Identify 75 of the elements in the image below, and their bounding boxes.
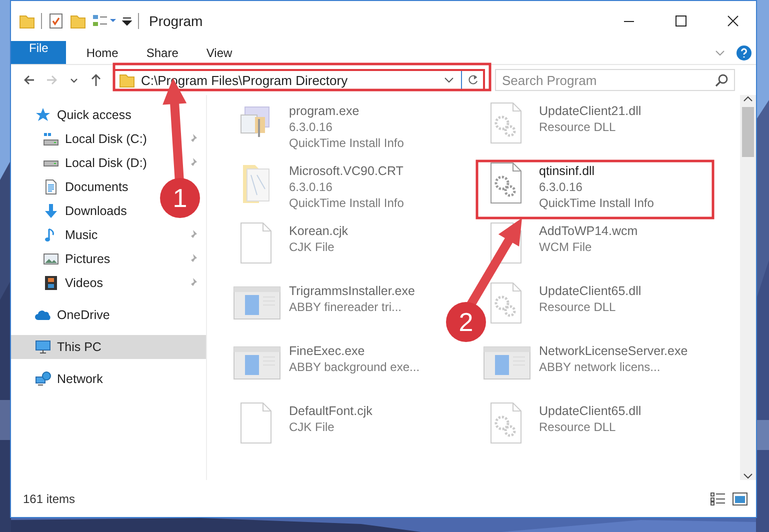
file-detail: QuickTime Install Info bbox=[539, 195, 654, 211]
sidebar-item[interactable]: Network bbox=[57, 372, 103, 386]
network-icon bbox=[35, 371, 51, 387]
search-field[interactable]: Search Program bbox=[495, 69, 735, 91]
step-number: 2 bbox=[446, 302, 486, 342]
monitor-icon bbox=[35, 339, 51, 355]
file-name[interactable]: UpdateClient65.dll bbox=[539, 403, 642, 419]
window-title: Program bbox=[149, 13, 204, 29]
item-count: 161 items bbox=[23, 492, 76, 506]
download-arrow-icon bbox=[43, 203, 59, 219]
file-detail: Resource DLL bbox=[539, 299, 617, 315]
properties-icon[interactable] bbox=[48, 13, 64, 29]
large-icons-view-icon[interactable] bbox=[732, 492, 748, 506]
star-icon bbox=[35, 107, 51, 123]
file-name[interactable]: AddToWP14.wcm bbox=[539, 223, 638, 239]
sidebar-item[interactable]: OneDrive bbox=[57, 308, 110, 322]
scroll-up-icon[interactable] bbox=[743, 95, 753, 103]
scroll-down-icon[interactable] bbox=[743, 472, 753, 480]
ribbon-tab[interactable]: Share bbox=[132, 41, 192, 64]
file-detail: ABBY network licens... bbox=[539, 359, 662, 375]
sidebar-item[interactable]: Music bbox=[65, 228, 98, 242]
ribbon-tab[interactable]: Home bbox=[72, 41, 132, 64]
file-detail: 6.3.0.16 bbox=[539, 179, 584, 195]
file-name[interactable]: TrigrammsInstaller.exe bbox=[289, 283, 415, 299]
file-detail: 6.3.0.16 bbox=[289, 119, 334, 135]
sidebar-item[interactable]: Videos bbox=[65, 276, 103, 290]
sidebar-item[interactable]: Documents bbox=[65, 180, 128, 194]
file-detail: Resource DLL bbox=[539, 419, 617, 435]
file-detail: QuickTime Install Info bbox=[289, 195, 404, 211]
file-detail: QuickTime Install Info bbox=[289, 135, 404, 151]
picture-icon bbox=[43, 251, 59, 267]
refresh-icon[interactable] bbox=[466, 74, 478, 86]
close-icon[interactable] bbox=[727, 15, 739, 27]
details-view-icon[interactable] bbox=[710, 492, 726, 506]
sidebar-item[interactable]: This PC bbox=[11, 335, 206, 359]
scroll-thumb[interactable] bbox=[742, 107, 754, 157]
file-menu-button[interactable]: File bbox=[11, 41, 66, 64]
file-name[interactable]: FineExec.exe bbox=[289, 343, 420, 359]
document-icon bbox=[43, 179, 59, 195]
file-detail: ABBY background exe... bbox=[289, 359, 420, 375]
file-detail: CJK File bbox=[289, 419, 336, 435]
minimize-icon[interactable] bbox=[623, 20, 635, 22]
layout-icon[interactable] bbox=[92, 13, 116, 29]
drive-icon bbox=[43, 160, 59, 166]
file-detail: ABBY finereader tri... bbox=[289, 299, 402, 315]
film-icon bbox=[43, 275, 59, 291]
step-number: 1 bbox=[160, 178, 200, 218]
folder-icon[interactable] bbox=[70, 13, 86, 29]
scrollbar[interactable] bbox=[740, 95, 756, 480]
sidebar-item[interactable]: Quick access bbox=[57, 108, 132, 122]
file-name[interactable]: NetworkLicenseServer.exe bbox=[539, 343, 688, 359]
file-name[interactable]: UpdateClient21.dll bbox=[539, 103, 642, 119]
help-icon[interactable] bbox=[736, 44, 752, 60]
file-name[interactable]: UpdateClient65.dll bbox=[539, 283, 642, 299]
sidebar-item[interactable]: Local Disk (D:) bbox=[65, 156, 147, 170]
address-path: C:\Program Files\Program Directory bbox=[141, 72, 349, 88]
file-detail: CJK File bbox=[289, 239, 336, 255]
sidebar-item[interactable]: Downloads bbox=[65, 204, 127, 218]
folder-icon[interactable] bbox=[19, 13, 35, 29]
search-icon[interactable] bbox=[715, 73, 729, 87]
file-detail: 6.3.0.16 bbox=[289, 179, 334, 195]
file-name[interactable]: Korean.cjk bbox=[289, 223, 348, 239]
ribbon-tab[interactable]: View bbox=[192, 41, 246, 64]
drive-icon bbox=[43, 131, 59, 147]
maximize-icon[interactable] bbox=[675, 15, 687, 27]
file-name[interactable]: Microsoft.VC90.CRT bbox=[289, 163, 404, 179]
file-name[interactable]: qtinsinf.dll bbox=[539, 163, 654, 179]
file-name[interactable]: DefaultFont.cjk bbox=[289, 403, 372, 419]
address-bar[interactable]: C:\Program Files\Program Directory bbox=[113, 69, 485, 91]
file-name[interactable]: program.exe bbox=[289, 103, 404, 119]
file-detail: Resource DLL bbox=[539, 119, 617, 135]
sidebar-item[interactable]: Pictures bbox=[65, 252, 110, 266]
sidebar-item[interactable]: Local Disk (C:) bbox=[65, 132, 147, 146]
folder-icon bbox=[119, 72, 135, 88]
file-detail: WCM File bbox=[539, 239, 593, 255]
